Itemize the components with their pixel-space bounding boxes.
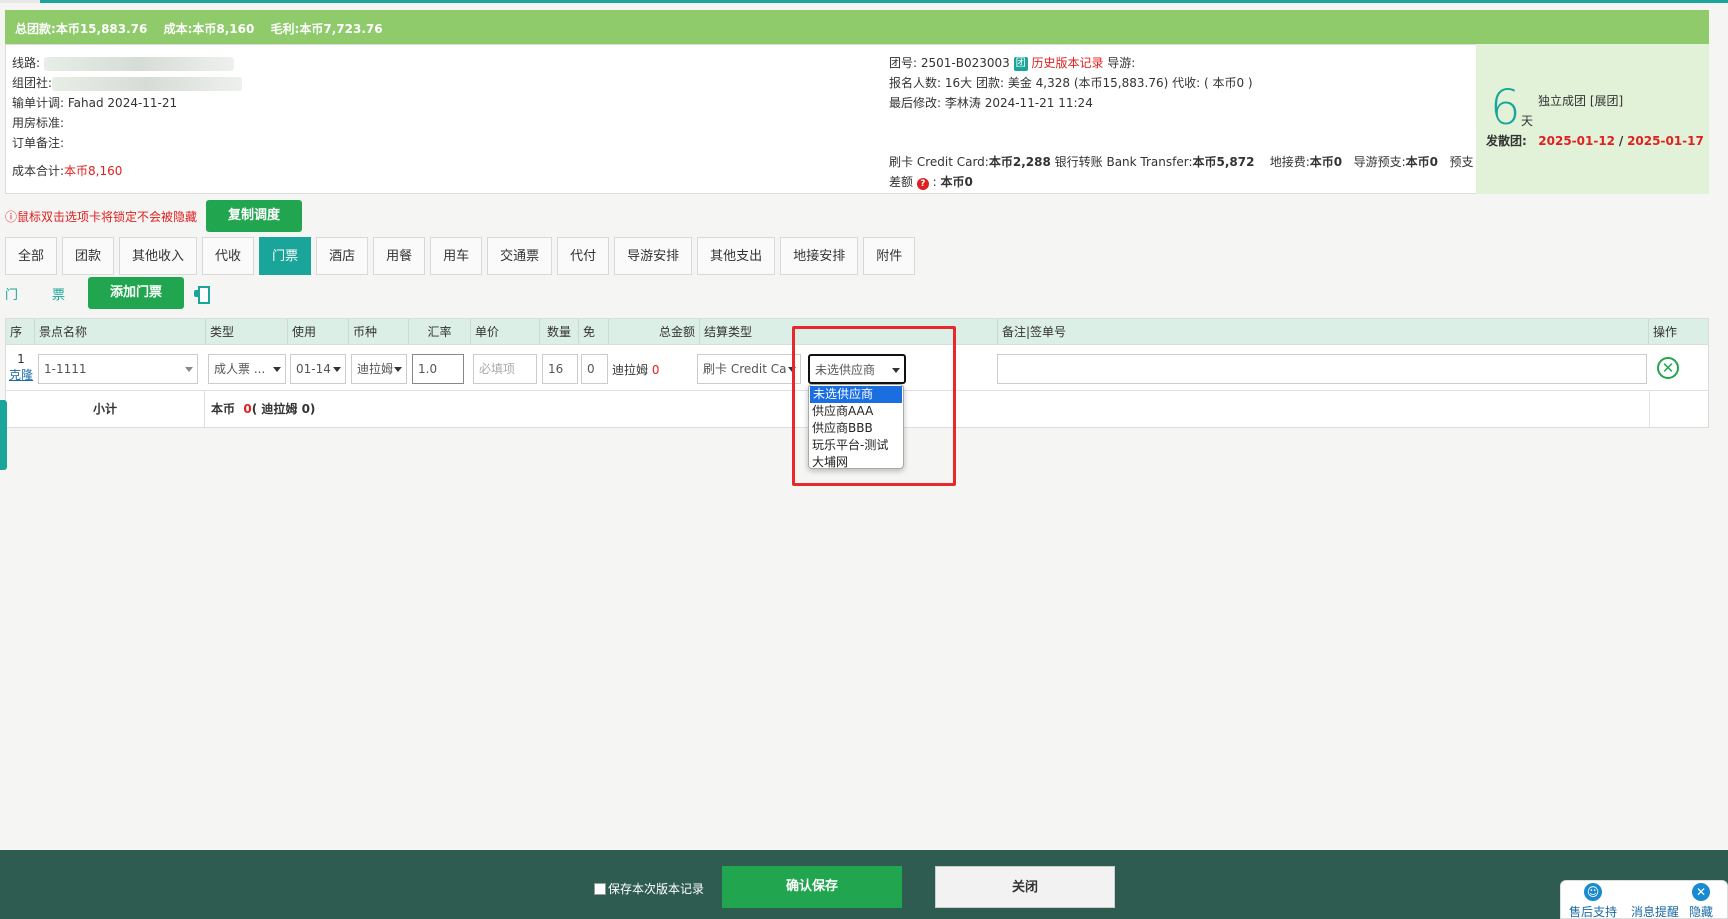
annotation-highlight-box bbox=[792, 326, 956, 486]
last-modified-row: 最后修改: 李林涛 2024-11-21 11:24 bbox=[889, 96, 1093, 110]
close-icon: ✕ bbox=[1692, 883, 1710, 901]
group-type: 独立成团 [展团] bbox=[1538, 94, 1624, 108]
trip-days-number: 6 bbox=[1490, 80, 1521, 136]
close-button[interactable]: 关闭 bbox=[935, 866, 1115, 908]
use-date-select[interactable]: 01-14 bbox=[290, 354, 346, 384]
settle-type-select[interactable]: 刷卡 Credit Ca bbox=[697, 354, 801, 384]
header-qty: 数量 bbox=[540, 319, 579, 345]
help-widget: ☺ 售后支持 消息提醒 ✕ 隐藏 bbox=[1560, 880, 1728, 919]
room-standard-row: 用房标准: bbox=[12, 116, 65, 130]
tab-transport-tickets[interactable]: 交通票 bbox=[487, 237, 553, 275]
ticket-type-select[interactable]: 成人票 ... bbox=[208, 354, 286, 384]
print-icon[interactable] bbox=[194, 286, 210, 304]
top-accent-line bbox=[0, 0, 1728, 3]
subtotal-value: 本币 0( 迪拉姆 0) bbox=[211, 402, 316, 416]
chevron-down-icon bbox=[394, 367, 402, 372]
tab-guide-arrangement[interactable]: 导游安排 bbox=[614, 237, 693, 275]
ticket-section-header: 门票 添加门票 bbox=[5, 277, 210, 309]
copy-dispatch-button[interactable]: 复制调度 bbox=[206, 200, 303, 232]
history-version-link[interactable]: 历史版本记录 bbox=[1031, 56, 1103, 70]
order-info-panel: 线路: 组团社: 输单计调: Fahad 2024-11-21 用房标准: 订单… bbox=[5, 44, 1709, 194]
organizer-row: 组团社: bbox=[12, 73, 243, 93]
chevron-down-icon bbox=[185, 367, 193, 372]
row-seq: 1 克隆 bbox=[8, 352, 34, 383]
header-currency: 币种 bbox=[349, 319, 409, 345]
group-tag-icon[interactable]: 团 bbox=[1013, 56, 1028, 71]
tab-tickets[interactable]: 门票 bbox=[259, 237, 312, 275]
depart-dates: 发散团: 2025-01-12 / 2025-01-17 bbox=[1486, 134, 1704, 148]
category-tabs: 全部 团款 其他收入 代收 门票 酒店 用餐 用车 交通票 代付 导游安排 其他… bbox=[5, 237, 916, 275]
tab-lock-tip: 鼠标双击选项卡将锁定不会被隐藏 bbox=[17, 209, 198, 224]
info-circle-icon: ⓘ bbox=[5, 209, 18, 224]
tab-group-fee[interactable]: 团款 bbox=[62, 237, 115, 275]
tab-all[interactable]: 全部 bbox=[5, 237, 58, 275]
chevron-down-icon bbox=[273, 367, 281, 372]
tab-payment-on-behalf[interactable]: 代付 bbox=[557, 237, 610, 275]
add-ticket-button[interactable]: 添加门票 bbox=[88, 277, 184, 309]
trip-days-panel: 6 天 独立成团 [展团] 发散团: 2025-01-12 / 2025-01-… bbox=[1476, 44, 1709, 194]
header-spot: 景点名称 bbox=[35, 319, 206, 345]
organizer-value-redacted bbox=[52, 76, 243, 91]
unit-price-input[interactable]: 必填项 bbox=[473, 354, 537, 384]
save-version-checkbox[interactable]: 保存本次版本记录 bbox=[594, 880, 704, 897]
summary-bar: 总团款:本币15,883.76 成本:本币8,160 毛利:本币7,723.76 bbox=[5, 10, 1709, 44]
checkbox-icon[interactable] bbox=[594, 882, 606, 895]
clone-link[interactable]: 克隆 bbox=[8, 367, 34, 383]
rate-input[interactable]: 1.0 bbox=[412, 354, 464, 384]
message-reminder[interactable]: 消息提醒 bbox=[1631, 903, 1679, 919]
header-type: 类型 bbox=[206, 319, 288, 345]
order-note-row: 订单备注: bbox=[12, 136, 65, 150]
header-use: 使用 bbox=[288, 319, 349, 345]
tab-meals[interactable]: 用餐 bbox=[373, 237, 426, 275]
cost-total-row: 成本合计:本币8,160 bbox=[12, 164, 123, 178]
header-total: 总金额 bbox=[609, 319, 700, 345]
difference-row: 差额 ? : 本币0 bbox=[889, 175, 973, 190]
profit-summary: 毛利:本币7,723.76 bbox=[270, 22, 383, 36]
chevron-down-icon bbox=[333, 367, 341, 372]
header-ops: 操作 bbox=[1653, 325, 1678, 339]
header-unit-price: 单价 bbox=[471, 319, 540, 345]
ticket-section-label: 门票 bbox=[5, 287, 66, 303]
spot-select[interactable]: 1-1111 bbox=[38, 354, 198, 384]
confirm-save-button[interactable]: 确认保存 bbox=[722, 866, 902, 908]
tab-other-expenses[interactable]: 其他支出 bbox=[697, 237, 776, 275]
currency-select[interactable]: 迪拉姆 bbox=[351, 354, 407, 384]
total-receipt: 总团款:本币15,883.76 bbox=[15, 22, 148, 36]
hide-widget[interactable]: ✕ 隐藏 bbox=[1689, 883, 1713, 919]
tab-collection[interactable]: 代收 bbox=[202, 237, 255, 275]
cost-summary: 成本:本币8,160 bbox=[163, 22, 255, 36]
signup-row: 报名人数: 16大 团款: 美金 4,328 (本币15,883.76) 代收:… bbox=[889, 76, 1253, 90]
group-no-row: 团号: 2501-B023003 团 历史版本记录 导游: bbox=[889, 56, 1136, 71]
tab-other-income[interactable]: 其他收入 bbox=[119, 237, 198, 275]
header-free: 免 bbox=[579, 319, 609, 345]
side-collapse-tab[interactable] bbox=[0, 400, 7, 470]
route-value-redacted bbox=[43, 56, 234, 71]
header-seq: 序 bbox=[6, 319, 35, 345]
subtotal-label: 小计 bbox=[6, 391, 205, 427]
headset-icon: ☺ bbox=[1584, 883, 1602, 901]
route-row: 线路: bbox=[12, 53, 242, 73]
tab-ground-arrangement[interactable]: 地接安排 bbox=[780, 237, 859, 275]
delete-row-icon[interactable]: ✕ bbox=[1657, 357, 1679, 379]
payment-row: 刷卡 Credit Card:本币2,288 银行转账 Bank Transfe… bbox=[889, 155, 1474, 169]
header-remark: 备注|签单号 bbox=[998, 319, 1649, 345]
free-count-input[interactable]: 0 bbox=[581, 354, 608, 384]
trip-days-unit: 天 bbox=[1521, 114, 1534, 128]
row-total: 迪拉姆 0 bbox=[612, 363, 660, 377]
after-sales-support[interactable]: ☺ 售后支持 bbox=[1569, 883, 1617, 919]
header-rate: 汇率 bbox=[409, 319, 471, 345]
entry-plan-row: 输单计调: Fahad 2024-11-21 bbox=[12, 96, 178, 110]
help-icon[interactable]: ? bbox=[916, 178, 929, 190]
quantity-input[interactable]: 16 bbox=[542, 354, 578, 384]
tab-hotel[interactable]: 酒店 bbox=[316, 237, 369, 275]
tip-row: ⓘ 鼠标双击选项卡将锁定不会被隐藏 复制调度 bbox=[5, 200, 303, 232]
tab-attachments[interactable]: 附件 bbox=[863, 237, 916, 275]
remark-input[interactable] bbox=[997, 354, 1647, 384]
tab-vehicle[interactable]: 用车 bbox=[430, 237, 483, 275]
